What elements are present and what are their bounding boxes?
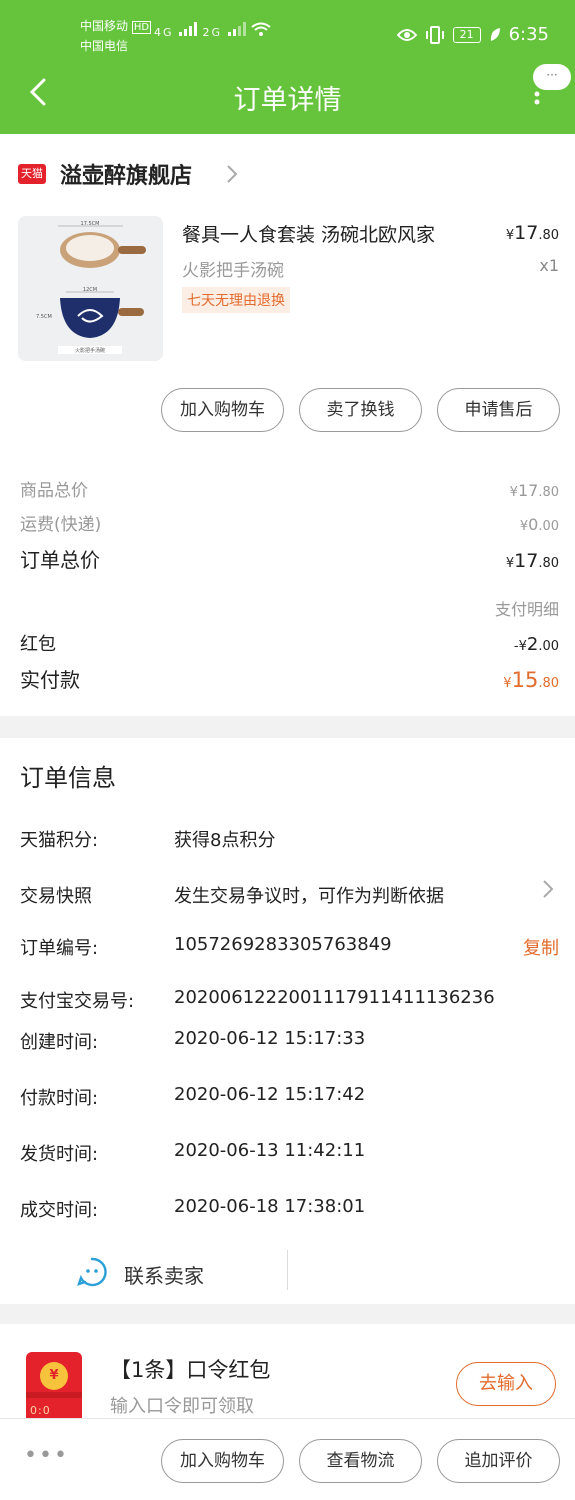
snapshot-value: 发生交易争议时，可作为判断依据: [174, 886, 444, 907]
leaf-icon: [490, 27, 500, 41]
shipping-label: 运费(快递): [20, 515, 102, 535]
order-info-card: 订单信息 天猫积分: 获得8点积分 交易快照 发生交易争议时，可作为判断依据 订…: [0, 738, 575, 1304]
svg-text:17.5CM: 17.5CM: [81, 221, 100, 227]
hd-badge: HD: [131, 21, 152, 34]
envelope-flap: [26, 1392, 82, 1398]
carrier-1: 中国移动: [80, 19, 129, 33]
eye-icon: [396, 28, 417, 41]
goods-total-label: 商品总价: [20, 481, 88, 501]
status-right: 21 6:35: [396, 24, 549, 45]
carrier-2: 中国电信: [80, 39, 129, 53]
paid-amount-value: ¥15.80: [503, 668, 559, 692]
coin-icon: ¥: [40, 1362, 68, 1390]
resell-button[interactable]: 卖了换钱: [299, 388, 422, 432]
envelope-text: 0:0: [30, 1404, 51, 1417]
contact-seller-button[interactable]: 联系卖家: [124, 1260, 204, 1289]
network-4g: 4G: [154, 26, 174, 39]
product-quantity: x1: [539, 256, 559, 275]
store-name[interactable]: 溢壶醉旗舰店: [60, 158, 192, 190]
goods-total-value: ¥17.80: [509, 481, 559, 500]
order-total-value: ¥17.80: [505, 550, 559, 572]
closed-label: 成交时间:: [20, 1200, 99, 1221]
order-total-label: 订单总价: [20, 548, 100, 572]
order-number-value: 1057269283305763849: [174, 934, 392, 955]
page-title: 订单详情: [233, 85, 342, 116]
redpacket-row: 红包 -¥2.00: [20, 630, 559, 656]
network-2g: 2G: [202, 26, 223, 39]
paid-amount-label: 实付款: [20, 668, 80, 692]
product-thumbnail[interactable]: 17.5CM 12CM 7.5CM 火影把手汤碗: [18, 216, 163, 361]
return-policy-tag: 七天无理由退换: [182, 287, 290, 313]
wifi-icon: [251, 22, 271, 36]
shipped-label: 发货时间:: [20, 1144, 99, 1165]
divider: [287, 1250, 288, 1290]
created-label: 创建时间:: [20, 1032, 99, 1053]
copy-button[interactable]: 复制: [523, 934, 559, 960]
order-product-card: 天猫 溢壶醉旗舰店 17.5CM 12CM 7.5CM 火影把手汤碗 餐具一人食…: [0, 134, 575, 716]
created-value: 2020-06-12 15:17:33: [174, 1028, 366, 1049]
alipay-label: 支付宝交易号:: [20, 991, 135, 1012]
paid-amount-row: 实付款 ¥15.80: [20, 664, 559, 693]
alipay-value: 2020061222001117911411136236: [174, 987, 495, 1008]
order-number-label: 订单编号:: [20, 938, 99, 959]
more-icon[interactable]: [527, 64, 547, 114]
bottom-action-bar: ••• 加入购物车 查看物流 追加评价: [0, 1418, 575, 1500]
battery-icon: 21: [452, 26, 481, 43]
shipped-value: 2020-06-13 11:42:11: [174, 1140, 366, 1161]
signal-icons: 4G 2G: [154, 22, 271, 39]
product-spec: 火影把手汤碗: [182, 261, 284, 281]
currency-symbol: ¥: [505, 228, 515, 243]
product-price: ¥17.80: [506, 222, 559, 244]
redpacket-subtitle: 输入口令即可领取: [110, 1396, 254, 1417]
redpacket-title: 【1条】口令红包: [110, 1358, 271, 1382]
add-to-cart-button[interactable]: 加入购物车: [161, 388, 284, 432]
price-dec: .80: [538, 228, 559, 243]
contact-seller-icon[interactable]: [76, 1256, 108, 1288]
view-logistics-button[interactable]: 查看物流: [299, 1439, 422, 1483]
after-sale-button[interactable]: 申请售后: [437, 388, 560, 432]
points-label: 天猫积分:: [20, 830, 99, 851]
order-total-row: 订单总价 ¥17.80: [20, 544, 559, 573]
shipping-row: 运费(快递) ¥0.00: [20, 510, 559, 535]
chevron-right-icon[interactable]: [224, 162, 240, 186]
paid-time-label: 付款时间:: [20, 1088, 99, 1109]
closed-value: 2020-06-18 17:38:01: [174, 1196, 366, 1217]
svg-text:火影把手汤碗: 火影把手汤碗: [75, 347, 105, 354]
redpacket-label: 红包: [20, 634, 56, 655]
price-int: 17: [514, 222, 539, 244]
app-header: 中国移动 HD 中国电信 4G 2G 21 6:35 订单详情 ···: [0, 0, 575, 134]
tmall-logo: 天猫: [18, 164, 46, 184]
signal-icon: [179, 22, 198, 36]
product-name[interactable]: 餐具一人食套装 汤碗北欧风家: [182, 220, 435, 247]
paid-time-value: 2020-06-12 15:17:42: [174, 1084, 366, 1105]
more-actions-icon[interactable]: •••: [24, 1443, 69, 1468]
points-value: 获得8点积分: [174, 830, 276, 851]
shipping-value: ¥0.00: [519, 515, 559, 534]
bowl-illustration: 17.5CM 12CM 7.5CM 火影把手汤碗: [18, 216, 163, 361]
vibrate-icon: [425, 25, 444, 44]
svg-text:7.5CM: 7.5CM: [36, 314, 52, 320]
payment-detail-link[interactable]: 支付明细: [495, 596, 559, 620]
signal-icon-2: [227, 22, 246, 36]
svg-text:12CM: 12CM: [83, 287, 97, 293]
clock: 6:35: [508, 24, 549, 45]
enter-code-button[interactable]: 去输入: [456, 1362, 556, 1406]
bottom-add-to-cart-button[interactable]: 加入购物车: [161, 1439, 284, 1483]
chevron-right-icon[interactable]: [541, 878, 555, 900]
snapshot-label: 交易快照: [20, 886, 92, 907]
carrier-info: 中国移动 HD 中国电信: [80, 17, 152, 55]
goods-total-row: 商品总价 ¥17.80: [20, 476, 559, 501]
order-info-title: 订单信息: [20, 764, 116, 792]
redpacket-value: -¥2.00: [513, 634, 559, 655]
add-review-button[interactable]: 追加评价: [437, 1439, 560, 1483]
